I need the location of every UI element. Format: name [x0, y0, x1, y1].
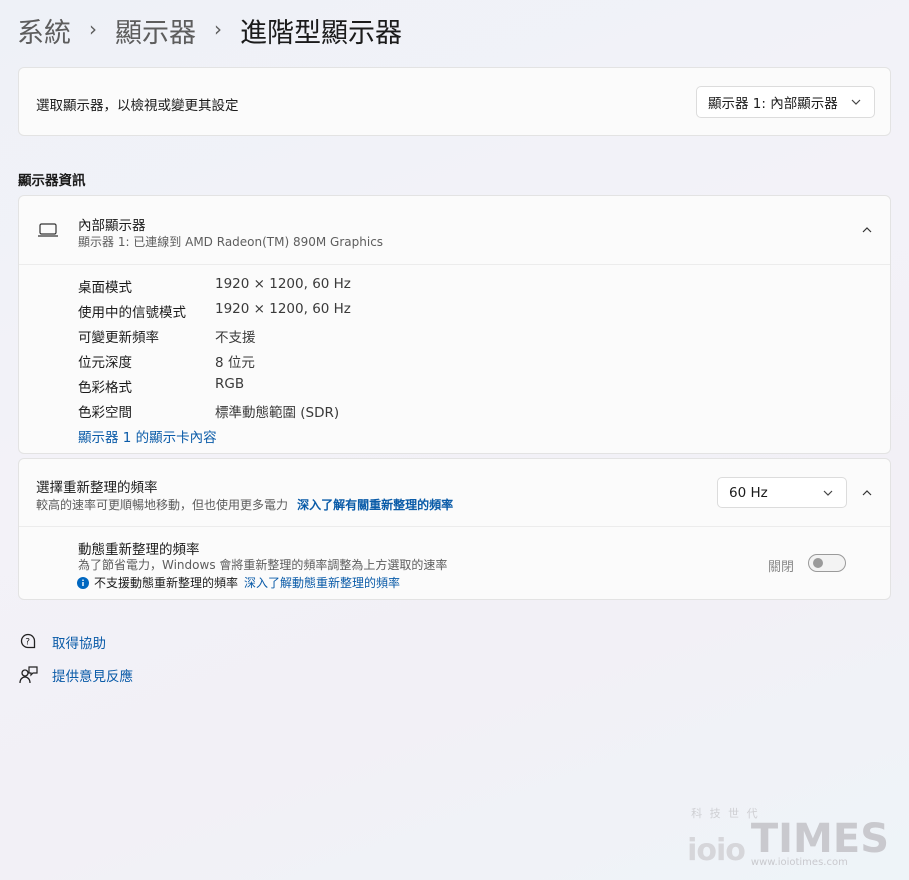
breadcrumb-item-display[interactable]: 顯示器 — [115, 11, 196, 50]
info-row-label: 色彩空間 — [78, 405, 132, 421]
breadcrumb-separator: › — [89, 17, 97, 41]
display-info-header-title: 內部顯示器 — [78, 218, 146, 234]
laptop-icon — [38, 223, 58, 237]
dynamic-refresh-learn-link[interactable]: 深入了解動態重新整理的頻率 — [244, 574, 400, 591]
display-info-header[interactable]: 內部顯示器 顯示器 1: 已連線到 AMD Radeon(TM) 890M Gr… — [19, 196, 890, 264]
info-row-label: 使用中的信號模式 — [78, 305, 186, 321]
feedback-link[interactable]: 提供意見反應 — [18, 665, 133, 685]
breadcrumb-item-system[interactable]: 系統 — [17, 11, 71, 50]
refresh-rate-subtitle-line: 較高的速率可更順暢地移動，但也使用更多電力 深入了解有關重新整理的頻率 — [36, 494, 453, 513]
divider — [19, 526, 890, 527]
refresh-rate-dropdown[interactable]: 60 Hz — [717, 477, 847, 508]
svg-text:?: ? — [25, 638, 30, 648]
page-title: 進階型顯示器 — [240, 17, 402, 49]
info-row-value: 標準動態範圍 (SDR) — [215, 405, 340, 421]
get-help-label: 取得協助 — [52, 636, 106, 652]
refresh-rate-title: 選擇重新整理的頻率 — [36, 480, 158, 496]
chevron-up-icon[interactable] — [860, 486, 874, 500]
dynamic-refresh-info: 不支援動態重新整理的頻率 深入了解動態重新整理的頻率 — [77, 574, 400, 591]
divider — [19, 264, 890, 265]
info-row-value: 1920 × 1200, 60 Hz — [215, 276, 351, 292]
info-row-value: 8 位元 — [215, 355, 255, 371]
display-info-section-title: 顯示器資訊 — [18, 173, 86, 189]
dynamic-refresh-subtitle: 為了節省電力，Windows 會將重新整理的頻率調整為上方選取的速率 — [78, 558, 448, 572]
info-row-label: 色彩格式 — [78, 380, 132, 396]
info-icon — [77, 576, 89, 589]
display-select-dropdown[interactable]: 顯示器 1: 內部顯示器 — [696, 86, 875, 118]
dynamic-refresh-toggle[interactable] — [808, 554, 846, 572]
info-row-value: RGB — [215, 376, 245, 392]
breadcrumb: 系統 › 顯示器 › 進階型顯示器 — [17, 11, 402, 50]
refresh-rate-card: 選擇重新整理的頻率 較高的速率可更順暢地移動，但也使用更多電力 深入了解有關重新… — [18, 458, 891, 600]
watermark-brand: TIMES — [750, 816, 889, 862]
select-display-label: 選取顯示器，以檢視或變更其設定 — [36, 98, 239, 114]
info-row-label: 可變更新頻率 — [78, 330, 159, 346]
chevron-down-icon — [823, 490, 833, 496]
display-info-card: 內部顯示器 顯示器 1: 已連線到 AMD Radeon(TM) 890M Gr… — [18, 195, 891, 454]
dynamic-refresh-toggle-label: 關閉 — [768, 560, 795, 575]
watermark-logo: 科 技 世 代 ioio TIMES www.ioiotimes.com — [687, 805, 889, 868]
refresh-rate-subtitle: 較高的速率可更順暢地移動，但也使用更多電力 — [36, 498, 289, 512]
feedback-icon — [18, 665, 40, 685]
get-help-link[interactable]: ? 取得協助 — [18, 632, 106, 652]
watermark-url: www.ioiotimes.com — [750, 857, 848, 868]
toggle-knob — [813, 558, 823, 568]
select-display-card: 選取顯示器，以檢視或變更其設定 顯示器 1: 內部顯示器 — [18, 67, 891, 136]
feedback-label: 提供意見反應 — [52, 669, 133, 685]
display-select-value: 顯示器 1: 內部顯示器 — [708, 96, 838, 112]
dynamic-refresh-info-text: 不支援動態重新整理的頻率 — [94, 576, 239, 590]
info-row-label: 桌面模式 — [78, 280, 132, 296]
refresh-rate-value: 60 Hz — [729, 484, 768, 501]
display-info-header-subtitle: 顯示器 1: 已連線到 AMD Radeon(TM) 890M Graphics — [78, 235, 384, 249]
chevron-down-icon — [851, 99, 861, 105]
breadcrumb-separator: › — [214, 17, 222, 41]
adapter-properties-link[interactable]: 顯示器 1 的顯示卡內容 — [78, 426, 217, 446]
info-row-value: 不支援 — [215, 330, 256, 346]
chevron-up-icon[interactable] — [860, 223, 874, 237]
help-icon: ? — [18, 632, 40, 652]
watermark-ioio: ioio — [687, 833, 746, 868]
info-row-value: 1920 × 1200, 60 Hz — [215, 301, 351, 317]
refresh-rate-learn-link[interactable]: 深入了解有關重新整理的頻率 — [297, 498, 453, 512]
info-row-label: 位元深度 — [78, 355, 132, 371]
dynamic-refresh-title: 動態重新整理的頻率 — [78, 542, 200, 558]
